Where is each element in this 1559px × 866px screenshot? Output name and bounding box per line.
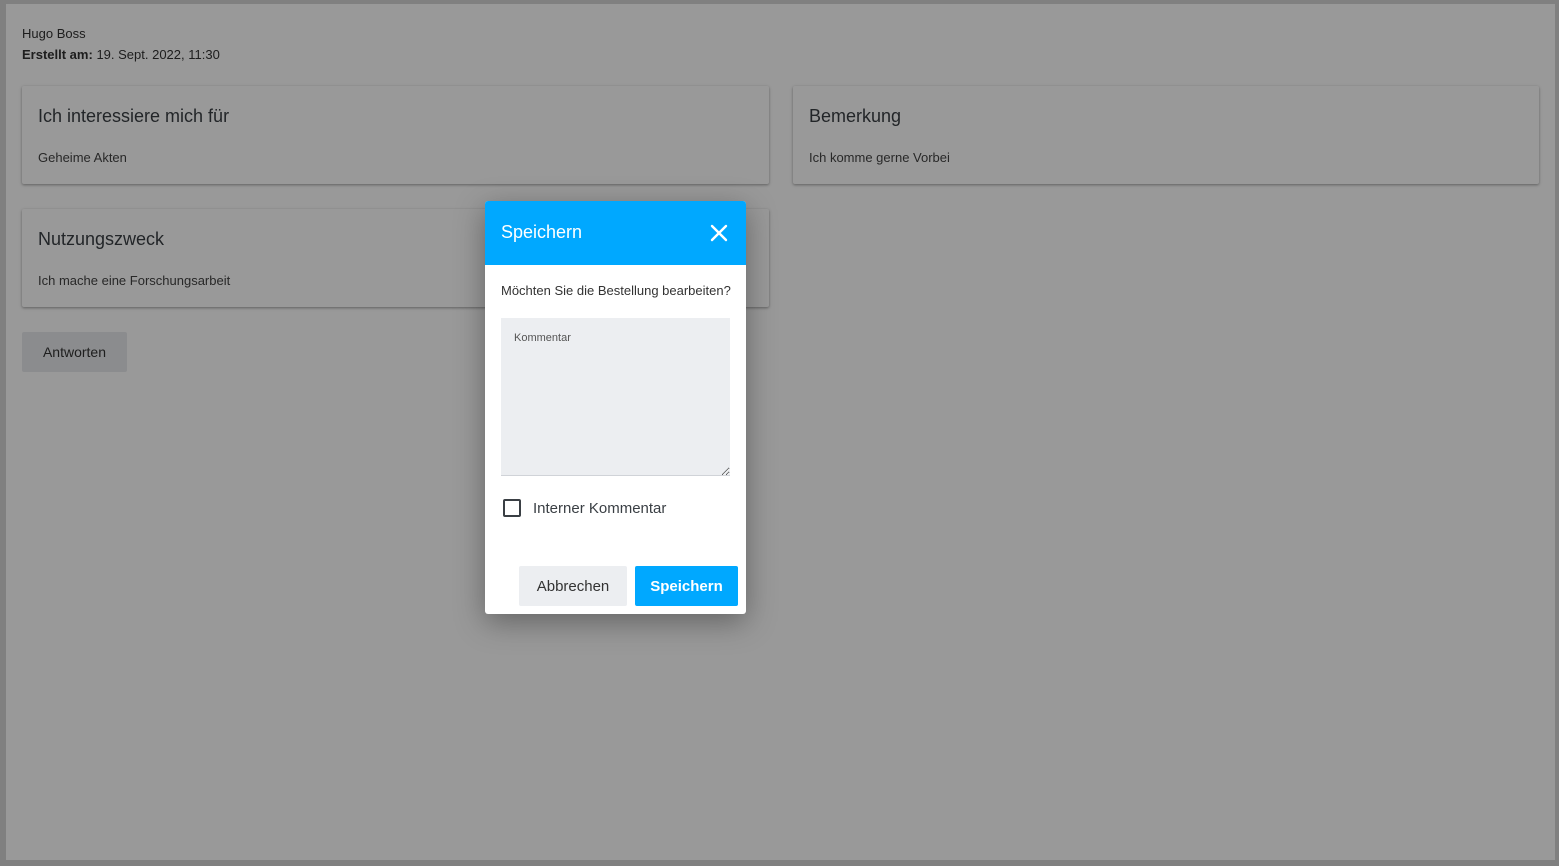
dialog-header: Speichern <box>485 201 746 265</box>
close-icon[interactable] <box>709 223 729 243</box>
comment-textarea[interactable] <box>501 348 730 476</box>
cancel-button[interactable]: Abbrechen <box>519 566 627 606</box>
internal-comment-checkbox[interactable] <box>503 499 521 517</box>
dialog-question: Möchten Sie die Bestellung bearbeiten? <box>501 283 731 298</box>
save-button[interactable]: Speichern <box>635 566 738 606</box>
internal-comment-label[interactable]: Interner Kommentar <box>533 500 666 517</box>
comment-label: Kommentar <box>514 332 571 344</box>
dialog-title: Speichern <box>501 222 583 242</box>
save-dialog: Speichern Möchten Sie die Bestellung bea… <box>485 201 746 614</box>
modal-overlay[interactable] <box>0 0 1559 866</box>
comment-field[interactable]: Kommentar <box>501 318 730 476</box>
